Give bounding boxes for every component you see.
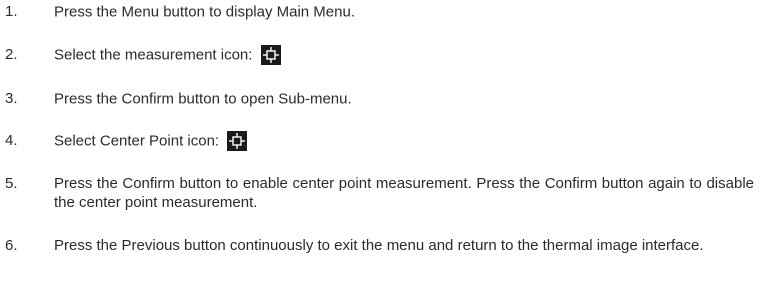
step-number: 6. <box>5 237 18 254</box>
step-text: Press the Confirm button to open Sub-men… <box>54 90 352 108</box>
step-number: 2. <box>5 46 18 63</box>
step-text: Press the Previous button continuously t… <box>54 237 704 254</box>
step-number: 4. <box>5 132 18 149</box>
step-number: 1. <box>5 3 18 20</box>
step-text: Select Center Point icon: <box>54 132 220 150</box>
step-text: Press the Confirm button to enable cente… <box>54 175 754 211</box>
crosshair-target-icon <box>260 45 281 66</box>
crosshair-target-icon <box>227 131 248 152</box>
step-number: 3. <box>5 90 18 107</box>
step-text: Select the measurement icon: <box>54 46 253 64</box>
step-number: 5. <box>5 175 18 192</box>
step-text: Press the Menu button to display Main Me… <box>54 3 355 21</box>
